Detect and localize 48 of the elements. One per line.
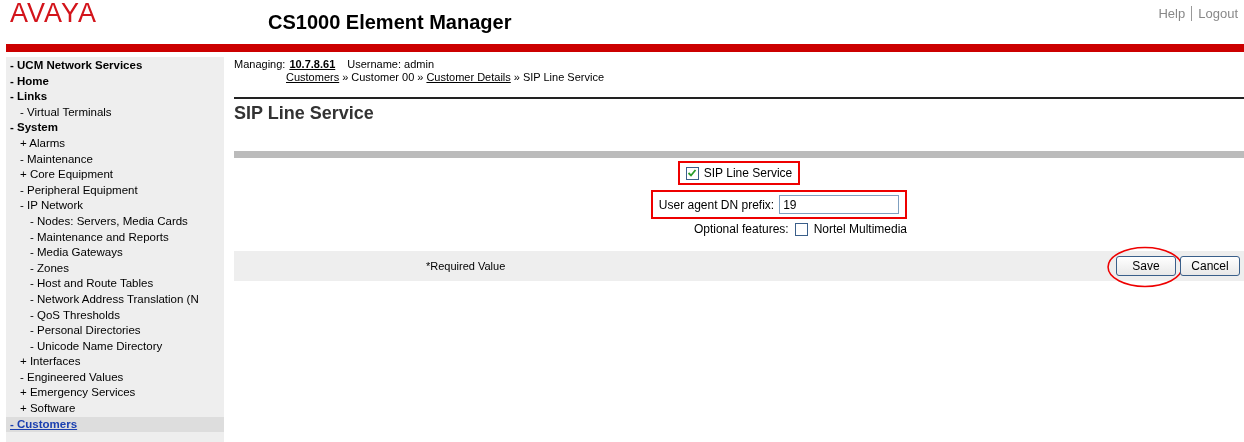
checkbox-label: SIP Line Service (703, 166, 793, 180)
header-link[interactable]: Logout (1198, 5, 1238, 21)
sidebar-item[interactable]: + Alarms (20, 136, 66, 149)
checkbox-label: Nortel Multimedia (813, 222, 908, 236)
breadcrumb-link[interactable]: Customers (286, 71, 340, 83)
app-title: CS1000 Element Manager (268, 10, 512, 34)
page-title: SIP Line Service (234, 103, 375, 124)
sidebar-item[interactable]: - Media Gateways (30, 246, 123, 259)
breadcrumb-text: SIP Line Service (522, 71, 605, 83)
managing-label: Managing: (234, 58, 286, 70)
sidebar-item[interactable]: - Maintenance and Reports (30, 230, 169, 243)
breadcrumb-separator: » (417, 71, 424, 83)
field-label: Optional features: (693, 222, 789, 236)
sidebar-item[interactable]: - Nodes: Servers, Media Cards (30, 214, 188, 227)
field-label: User agent DN prefix: (658, 197, 775, 212)
sidebar-item[interactable]: - Personal Directories (30, 324, 141, 337)
username-label: Username: admin (347, 58, 435, 70)
checkbox[interactable] (794, 222, 808, 236)
sidebar-item[interactable]: + Emergency Services (20, 386, 136, 399)
sidebar-item[interactable]: - Engineered Values (20, 370, 124, 383)
sidebar-item[interactable]: - Unicode Name Directory (30, 339, 163, 352)
header-link[interactable]: Help (1158, 5, 1186, 21)
sidebar-item[interactable]: - Virtual Terminals (20, 105, 112, 118)
form-button[interactable]: Save (1116, 256, 1176, 276)
sidebar-item[interactable]: - Maintenance (20, 152, 93, 165)
breadcrumb-link[interactable]: Customer Details (426, 71, 511, 83)
checkbox[interactable] (685, 166, 699, 180)
sidebar-item[interactable]: + Interfaces (20, 355, 81, 368)
sidebar-item[interactable]: - Network Address Translation (N (30, 292, 199, 305)
required-note: *Required Value (426, 260, 506, 272)
form-button[interactable]: Cancel (1180, 256, 1240, 276)
sidebar-item[interactable]: - System (10, 121, 58, 134)
sidebar-item[interactable]: - Peripheral Equipment (20, 183, 138, 196)
breadcrumb-text: Customer 00 (351, 71, 415, 83)
sidebar-item[interactable]: - Home (10, 74, 49, 87)
sidebar-item[interactable]: - UCM Network Services (10, 59, 143, 71)
managing-address[interactable]: 10.7.8.61 (289, 58, 336, 70)
sidebar-item[interactable]: + Software (20, 402, 76, 415)
breadcrumb-separator: » (513, 71, 520, 83)
sidebar-item[interactable]: - Zones (30, 261, 69, 274)
input-field[interactable]: 19 (779, 195, 900, 214)
sidebar-item[interactable]: - Links (10, 90, 48, 103)
logo: AVAYA (10, 0, 99, 29)
sidebar-item[interactable]: - QoS Thresholds (30, 308, 120, 321)
sidebar-item[interactable]: - Host and Route Tables (30, 277, 154, 290)
sidebar-item[interactable]: - IP Network (20, 199, 84, 212)
breadcrumb-separator: » (342, 71, 349, 83)
sidebar-item[interactable]: + Core Equipment (20, 168, 113, 181)
